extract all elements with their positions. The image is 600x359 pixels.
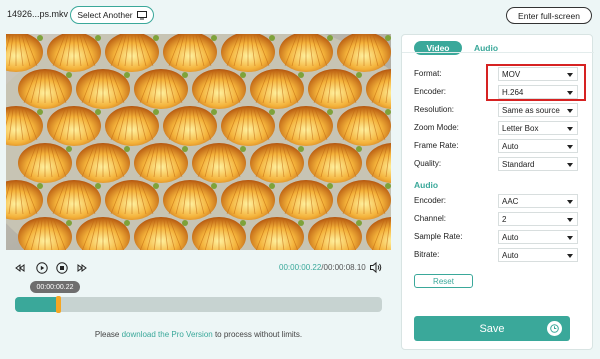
channel-value: 2 [502,214,507,224]
volume-button[interactable] [369,261,382,274]
channel-select[interactable]: 2 [498,212,578,226]
time-tooltip: 00:00:00.22 [30,281,80,293]
sample-rate-label: Sample Rate: [414,232,463,241]
current-time: 00:00:00.22 [279,263,322,272]
zoom-mode-label: Zoom Mode: [414,123,459,132]
zoom-mode-value: Letter Box [502,123,539,133]
quality-value: Standard [502,159,535,169]
select-another-label: Select Another [77,10,133,20]
bitrate-value: Auto [502,250,519,260]
timeline-handle[interactable] [55,296,61,313]
sample-rate-row: Sample Rate: Auto [414,230,582,244]
quality-label: Quality: [414,159,442,168]
chevron-down-icon [567,254,573,258]
format-label: Format: [414,69,442,78]
zoom-mode-row: Zoom Mode: Letter Box [414,121,582,135]
play-button[interactable] [36,262,48,274]
chevron-down-icon [567,109,573,113]
resolution-value: Same as source [502,105,560,115]
chevron-down-icon [567,200,573,204]
channel-row: Channel: 2 [414,212,582,226]
channel-label: Channel: [414,214,447,223]
enter-fullscreen-button[interactable]: Enter full-screen [506,7,592,24]
save-button[interactable]: Save [414,316,570,341]
audio-encoder-row: Encoder: AAC [414,194,582,208]
skip-forward-icon [77,264,87,272]
speaker-icon [370,261,382,274]
chevron-down-icon [567,218,573,222]
tabs-divider [402,52,594,53]
pro-notice-prefix: Please [94,330,122,339]
download-pro-link[interactable]: download the Pro Version [122,330,213,339]
timeline-track[interactable] [15,296,382,313]
format-encoder-highlight-box [486,64,586,101]
total-time: /00:00:08.10 [321,263,366,272]
save-label: Save [479,322,505,335]
chevron-down-icon [567,127,573,131]
video-encoder-label: Encoder: [414,87,447,96]
pro-notice: Please download the Pro Version to proce… [0,330,397,339]
skip-back-icon [15,264,25,272]
photo-of-pastry [6,34,391,250]
previous-frame-button[interactable] [14,262,26,274]
zoom-mode-select[interactable]: Letter Box [498,121,578,135]
select-another-button[interactable]: Select Another [70,6,154,24]
quality-row: Quality: Standard [414,157,582,171]
frame-rate-value: Auto [502,141,519,151]
stop-button[interactable] [56,262,68,274]
monitor-icon [136,10,147,19]
pro-notice-suffix: to process without limits. [212,330,303,339]
next-frame-button[interactable] [76,262,88,274]
audio-section-heading: Audio [414,180,439,190]
resolution-row: Resolution: Same as source [414,103,582,117]
bitrate-row: Bitrate: Auto [414,248,582,262]
resolution-select[interactable]: Same as source [498,103,578,117]
sample-rate-select[interactable]: Auto [498,230,578,244]
chevron-down-icon [567,163,573,167]
frame-rate-select[interactable]: Auto [498,139,578,153]
audio-encoder-select[interactable]: AAC [498,194,578,208]
video-preview[interactable] [6,34,391,250]
reset-button[interactable]: Reset [414,274,473,288]
timecode: 00:00:00.22/00:00:08.10 [279,263,366,272]
timeline-progress [15,297,58,312]
bitrate-select[interactable]: Auto [498,248,578,262]
clock-icon [547,321,562,336]
stop-icon [56,262,68,274]
quality-select[interactable]: Standard [498,157,578,171]
settings-tabs: Video Audio [414,41,512,56]
audio-encoder-label: Encoder: [414,196,447,205]
file-name: 14926...ps.mkv [7,9,69,19]
top-bar: 14926...ps.mkv Select Another Enter full… [0,0,600,30]
play-icon [36,262,48,274]
sample-rate-value: Auto [502,232,519,242]
audio-encoder-value: AAC [502,196,519,206]
bitrate-label: Bitrate: [414,250,440,259]
resolution-label: Resolution: [414,105,455,114]
frame-rate-label: Frame Rate: [414,141,459,150]
chevron-down-icon [567,145,573,149]
chevron-down-icon [567,236,573,240]
frame-rate-row: Frame Rate: Auto [414,139,582,153]
